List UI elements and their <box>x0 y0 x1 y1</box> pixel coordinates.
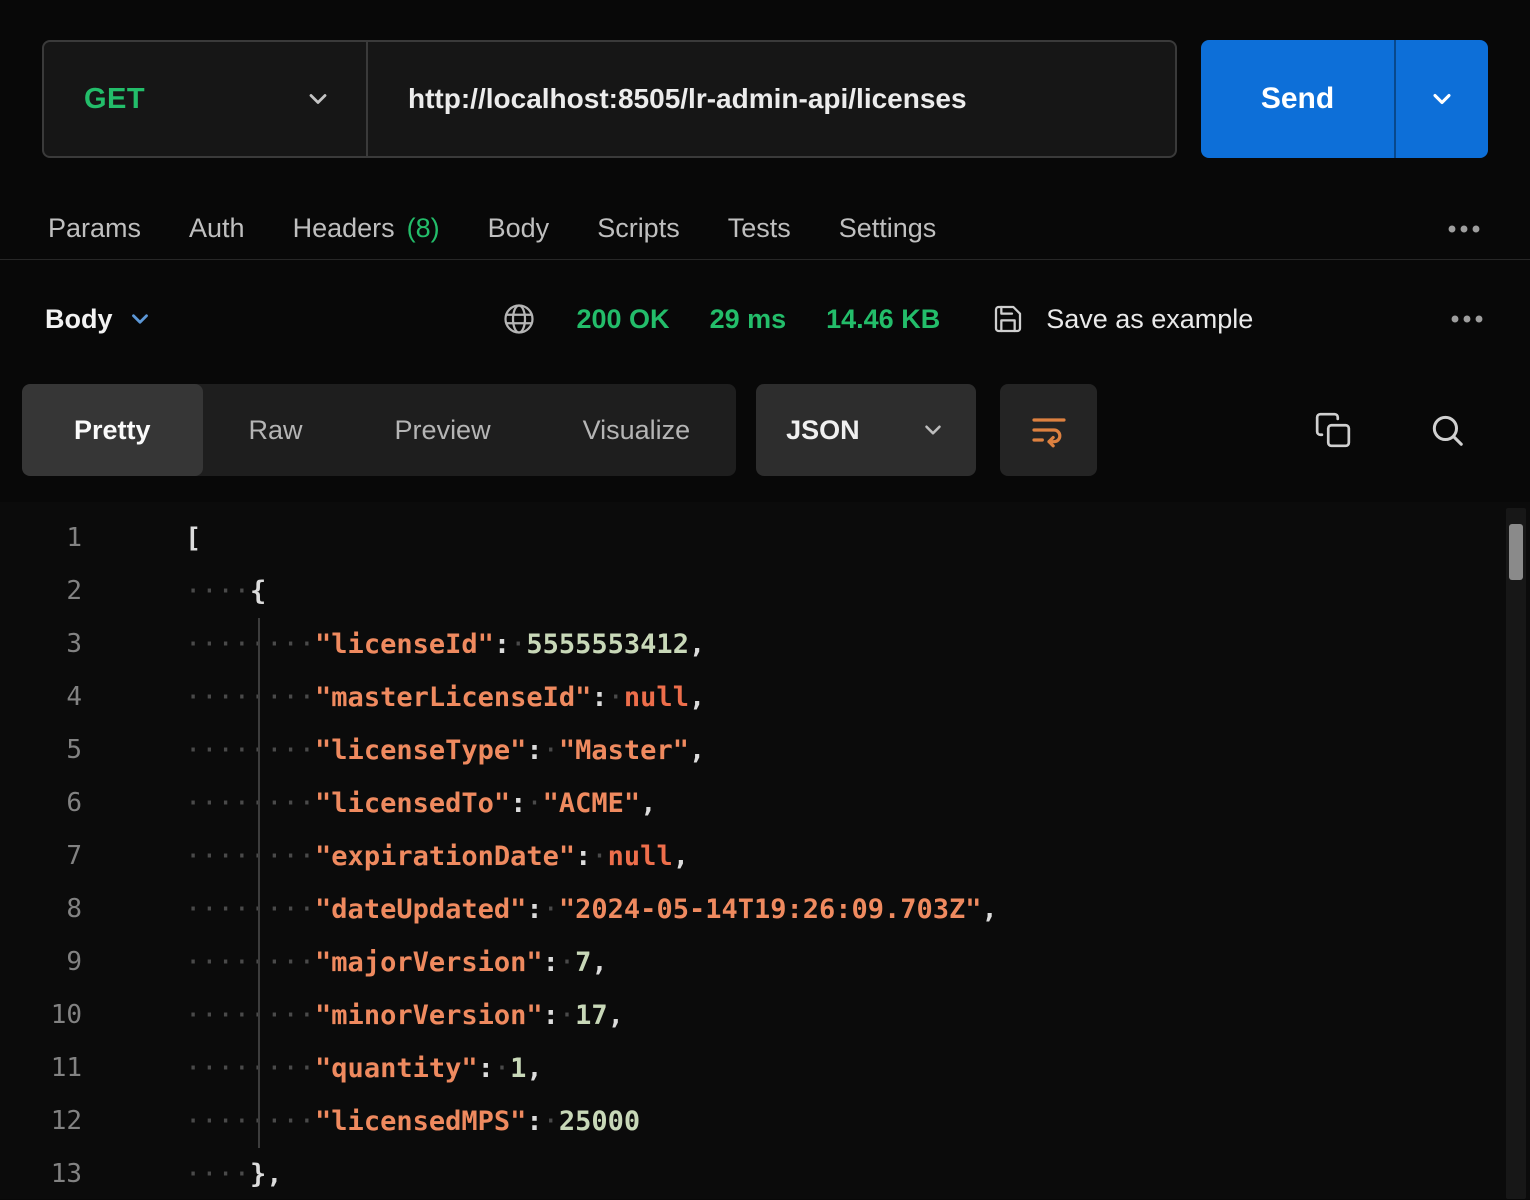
code-line: 6········"licensedTo":·"ACME", <box>0 777 1530 830</box>
request-url-bar: GET http://localhost:8505/lr-admin-api/l… <box>42 40 1177 158</box>
ellipsis-icon <box>1449 313 1485 325</box>
code-line: 5········"licenseType":·"Master", <box>0 724 1530 777</box>
line-number: 3 <box>0 618 132 671</box>
format-selector[interactable]: JSON <box>756 384 976 476</box>
line-number: 5 <box>0 724 132 777</box>
line-number: 13 <box>0 1148 132 1199</box>
response-time: 29 ms <box>710 304 787 335</box>
ellipsis-icon <box>1446 223 1482 235</box>
scrollbar[interactable] <box>1506 508 1526 1199</box>
code-line-content: ········"minorVersion":·17, <box>132 989 1530 1042</box>
response-body-lines: 1[2····{3········"licenseId":·5555553412… <box>0 502 1530 1199</box>
code-line-content: ········"dateUpdated":·"2024-05-14T19:26… <box>132 883 1530 936</box>
code-line: 7········"expirationDate":·null, <box>0 830 1530 883</box>
method-label: GET <box>84 83 145 116</box>
search-button[interactable] <box>1428 384 1466 476</box>
code-line-content: ········"masterLicenseId":·null, <box>132 671 1530 724</box>
status-badge: 200 OK <box>577 304 670 335</box>
tab-headers[interactable]: Headers (8) <box>293 213 440 244</box>
code-line-content: ········"licenseType":·"Master", <box>132 724 1530 777</box>
headers-count-badge: (8) <box>407 213 440 244</box>
code-line: 3········"licenseId":·5555553412, <box>0 618 1530 671</box>
response-body-viewer: 1[2····{3········"licenseId":·5555553412… <box>0 502 1530 1199</box>
save-icon <box>992 303 1024 335</box>
line-number: 1 <box>0 512 132 565</box>
chevron-down-icon <box>1428 85 1456 113</box>
code-line: 2····{ <box>0 565 1530 618</box>
code-line-content: ····{ <box>132 565 1530 618</box>
line-number: 10 <box>0 989 132 1042</box>
send-button-label: Send <box>1201 40 1394 158</box>
line-number: 8 <box>0 883 132 936</box>
code-line: 8········"dateUpdated":·"2024-05-14T19:2… <box>0 883 1530 936</box>
chevron-down-icon <box>304 85 332 113</box>
line-number: 2 <box>0 565 132 618</box>
line-number: 4 <box>0 671 132 724</box>
url-input[interactable]: http://localhost:8505/lr-admin-api/licen… <box>368 42 1175 156</box>
spacer <box>1097 384 1314 476</box>
line-number: 6 <box>0 777 132 830</box>
code-line: 10········"minorVersion":·17, <box>0 989 1530 1042</box>
code-line-content: ········"majorVersion":·7, <box>132 936 1530 989</box>
line-number: 12 <box>0 1095 132 1148</box>
code-line: 13····}, <box>0 1148 1530 1199</box>
response-view-tabs: Pretty Raw Preview Visualize <box>22 384 736 476</box>
send-options-button[interactable] <box>1396 40 1488 158</box>
code-line-content: ········"expirationDate":·null, <box>132 830 1530 883</box>
tab-preview[interactable]: Preview <box>349 384 537 476</box>
chevron-down-icon <box>127 306 153 332</box>
text-wrap-icon <box>1029 410 1069 450</box>
tab-settings[interactable]: Settings <box>839 213 937 244</box>
tab-auth[interactable]: Auth <box>189 213 245 244</box>
code-line: 4········"masterLicenseId":·null, <box>0 671 1530 724</box>
wrap-lines-button[interactable] <box>1000 384 1097 476</box>
line-number: 7 <box>0 830 132 883</box>
code-line-content: ····}, <box>132 1148 1530 1199</box>
response-meta-bar: Body 200 OK 29 ms 14.46 KB Save as examp… <box>0 290 1530 348</box>
code-line-content: [ <box>132 512 1530 565</box>
more-request-options-button[interactable] <box>1446 223 1482 235</box>
send-button[interactable]: Send <box>1201 40 1488 158</box>
code-line: 11········"quantity":·1, <box>0 1042 1530 1095</box>
code-line: 9········"majorVersion":·7, <box>0 936 1530 989</box>
response-toolbar: Pretty Raw Preview Visualize JSON <box>0 384 1530 476</box>
code-line-content: ········"licensedTo":·"ACME", <box>132 777 1530 830</box>
code-line-content: ········"quantity":·1, <box>132 1042 1530 1095</box>
more-response-options-button[interactable] <box>1449 313 1485 325</box>
code-line: 1[ <box>0 512 1530 565</box>
tab-raw[interactable]: Raw <box>203 384 349 476</box>
format-label: JSON <box>786 415 860 446</box>
tab-visualize[interactable]: Visualize <box>537 384 737 476</box>
response-size: 14.46 KB <box>826 304 940 335</box>
request-tabs: Params Auth Headers (8) Body Scripts Tes… <box>0 198 1530 260</box>
tab-params[interactable]: Params <box>48 213 141 244</box>
tab-body[interactable]: Body <box>488 213 550 244</box>
api-client-window: GET http://localhost:8505/lr-admin-api/l… <box>0 0 1530 1200</box>
response-pane-selector[interactable]: Body <box>45 304 153 335</box>
code-line: 12········"licensedMPS":·25000 <box>0 1095 1530 1148</box>
globe-icon[interactable] <box>501 301 537 337</box>
copy-button[interactable] <box>1314 384 1352 476</box>
tab-pretty[interactable]: Pretty <box>22 384 203 476</box>
search-icon <box>1428 411 1466 449</box>
scrollbar-thumb[interactable] <box>1509 524 1523 580</box>
copy-icon <box>1314 411 1352 449</box>
code-line-content: ········"licensedMPS":·25000 <box>132 1095 1530 1148</box>
request-url-row: GET http://localhost:8505/lr-admin-api/l… <box>42 40 1488 158</box>
tab-tests[interactable]: Tests <box>728 213 791 244</box>
response-pane-label: Body <box>45 304 113 335</box>
tab-scripts[interactable]: Scripts <box>597 213 680 244</box>
code-line-content: ········"licenseId":·5555553412, <box>132 618 1530 671</box>
method-selector[interactable]: GET <box>44 42 366 156</box>
line-number: 11 <box>0 1042 132 1095</box>
line-number: 9 <box>0 936 132 989</box>
chevron-down-icon <box>920 417 946 443</box>
save-as-example-label: Save as example <box>1046 304 1253 335</box>
save-as-example-button[interactable]: Save as example <box>992 303 1253 335</box>
